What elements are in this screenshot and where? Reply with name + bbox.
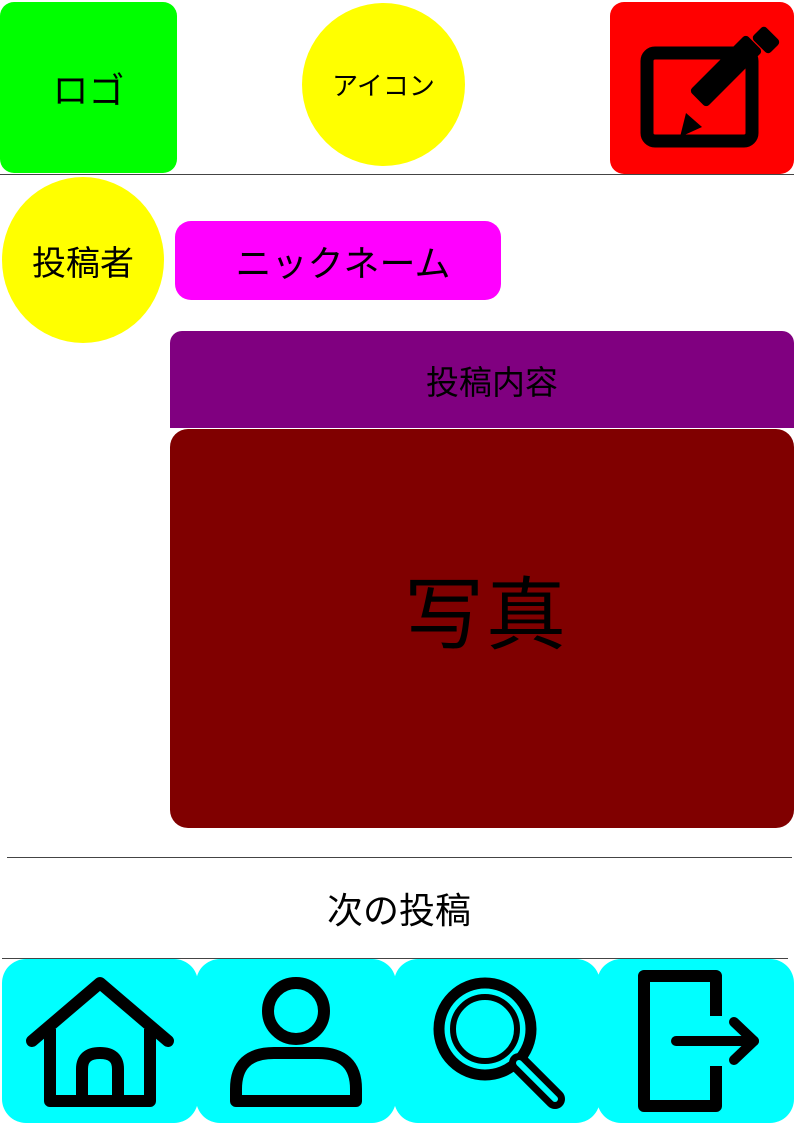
poster-label: 投稿者 <box>32 243 134 284</box>
post-photo[interactable]: 写真 <box>170 429 794 828</box>
logout-icon <box>637 970 759 1112</box>
next-post-label: 次の投稿 <box>326 891 471 932</box>
user-icon <box>230 977 362 1107</box>
nav-search-button[interactable] <box>394 959 600 1123</box>
post-content-label: 投稿内容 <box>426 362 558 402</box>
next-post-link[interactable]: 次の投稿 <box>0 870 794 946</box>
nickname-label: ニックネーム <box>235 243 451 285</box>
poster-avatar[interactable]: 投稿者 <box>2 177 164 343</box>
nickname-button[interactable]: ニックネーム <box>175 221 501 300</box>
app-icon-label: アイコン <box>332 72 435 102</box>
search-icon <box>433 977 565 1109</box>
photo-label: 写真 <box>404 568 568 662</box>
nav-logout-button[interactable] <box>597 959 794 1123</box>
post-content: 投稿内容 <box>170 331 794 428</box>
logo-label: ロゴ <box>52 70 125 112</box>
app-icon[interactable]: アイコン <box>302 3 465 166</box>
nav-home-button[interactable] <box>2 959 198 1123</box>
post-divider <box>7 857 792 858</box>
header-divider <box>0 174 794 175</box>
logo: ロゴ <box>0 2 177 173</box>
compose-icon <box>640 26 780 148</box>
nav-profile-button[interactable] <box>196 959 396 1123</box>
home-icon <box>26 977 174 1107</box>
compose-button[interactable] <box>610 2 794 174</box>
